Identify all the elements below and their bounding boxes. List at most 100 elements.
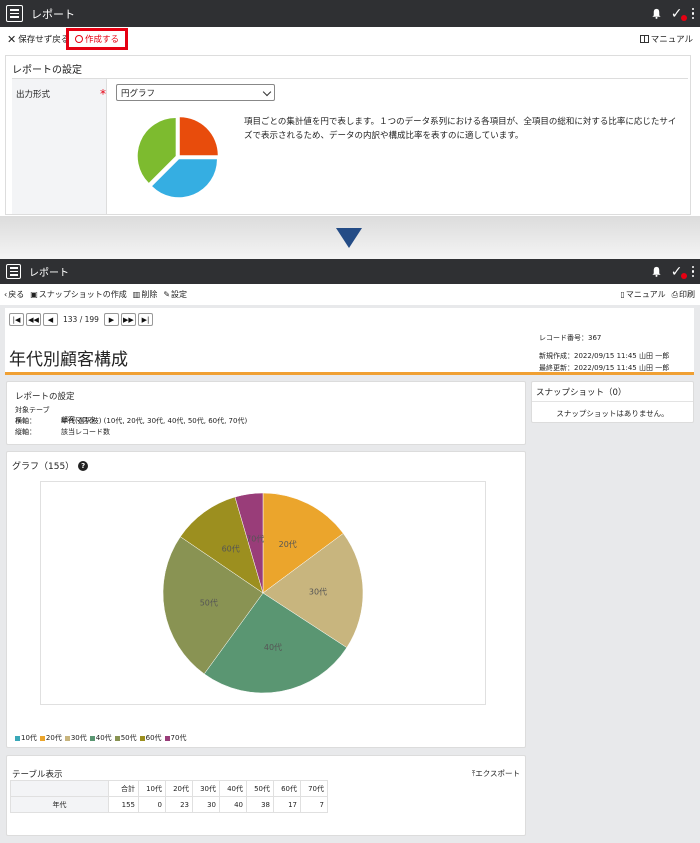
legend-swatch [89,735,95,741]
bell-icon[interactable] [651,8,662,19]
check-icon[interactable]: ✓ [671,264,687,280]
table-row: 年代 155 0 23 30 40 38 17 7 [10,796,328,813]
settings-row-x-axis: 横軸： 年代(選択肢) (10代, 20代, 30代, 40代, 50代, 60代… [15,417,248,425]
updated-info: 最終更新：2022/09/15 11:45 山田 一郎 [539,364,670,372]
legend-label: 60代 [145,734,162,742]
table-cell: 155 [108,796,139,813]
legend-item-20代[interactable]: 20代 [39,733,62,743]
settings-button[interactable]: ✎設定 [163,289,187,300]
close-icon: ✕ [7,32,17,46]
table-header-cell: 60代 [273,780,301,797]
manual-button[interactable]: マニュアル [639,33,693,45]
table-cell: 0 [138,796,166,813]
legend-item-70代[interactable]: 70代 [164,733,187,743]
top-app-bar: レポート ✓ [0,0,700,27]
pie-slice-label: 40代 [264,642,282,652]
output-format-row: 出力形式 * 円グラフ 項目ごとの集計値を円で表します。１つのデータ系列における… [12,78,688,214]
create-snapshot-button[interactable]: ▣スナップショットの作成 [30,289,127,300]
legend-item-60代[interactable]: 60代 [139,733,162,743]
legend-item-30代[interactable]: 30代 [64,733,87,743]
pie-slice-label: 70代 [246,534,264,544]
settings-row-y-axis: 縦軸： 該当レコード数 [15,428,110,436]
app-title: レポート [31,7,75,21]
table-header-row: 合計 10代 20代 30代 40代 50代 60代 70代 [10,780,328,797]
table-header-cell: 40代 [219,780,247,797]
graph-card: グラフ（155） ? 20代 30代 40代 50代 60代 70代 10代 20代 30代 4… [6,451,526,748]
delete-button[interactable]: ▥削除 [133,289,158,300]
next-record-icon[interactable]: ▶ [103,313,119,326]
legend-item-40代[interactable]: 40代 [89,733,112,743]
record-title: 年代別顧客構成 [9,350,128,370]
trash-icon: ▥ [132,290,141,299]
legend-label: 50代 [120,734,137,742]
cancel-button[interactable]: ✕ 保存せず戻る [0,32,69,46]
back-button[interactable]: ‹戻る [4,289,24,300]
menu-icon[interactable] [6,5,23,22]
legend-swatch [114,735,120,741]
more-icon[interactable] [691,7,694,20]
table-corner-cell [10,780,109,797]
table-cell: 30 [192,796,220,813]
circle-icon [74,35,83,43]
pie-slice-label: 30代 [309,586,327,596]
table-title: テーブル表示 [12,770,63,780]
section-title: レポートの設定 [12,65,82,76]
output-format-select[interactable]: 円グラフ [116,84,275,101]
prev-record-icon[interactable]: ◀ [43,313,58,326]
bell-icon[interactable] [651,266,662,277]
chart-description: 項目ごとの集計値を円で表します。１つのデータ系列における各項目が、全項目の総和に… [244,117,677,141]
plot-area: 20代 30代 40代 50代 60代 70代 [40,481,486,705]
legend-swatch [64,735,70,741]
report-settings-title: レポートの設定 [15,392,75,402]
camera-icon: ▣ [30,290,38,299]
table-card: テーブル表示 ⤒エクスポート 合計 10代 20代 30代 40代 50代 60代 70代 年代… [6,755,526,836]
table-header-cell: 50代 [246,780,274,797]
top-app-bar-result: レポート ✓ [0,259,700,284]
record-toolbar: ‹戻る ▣スナップショットの作成 ▥削除 ✎設定 ▯マニュアル ⎙印刷 [0,285,700,305]
first-record-icon[interactable]: |◀ [9,313,24,326]
table-cell: 23 [165,796,193,813]
transition-band [0,216,700,259]
printer-icon: ⎙ [671,290,678,299]
table-header-cell: 合計 [108,780,139,797]
report-settings-card: レポートの設定 対象テーブル： 顧客マスタ 横軸： 年代(選択肢) (10代, 20… [6,381,526,445]
next-ten-records-icon[interactable]: ▶▶ [120,313,136,326]
record-pager: |◀ ◀◀ ◀ 133 / 199 ▶ ▶▶ ▶| [9,313,153,326]
record-number: レコード番号：367 [539,334,602,342]
export-button[interactable]: ⤒エクスポート [472,768,520,779]
legend-label: 40代 [95,734,112,742]
record-meta: レコード番号：367 新規作成：2022/09/15 11:45 山田 一郎 最… [539,332,669,374]
legend-swatch [39,735,45,741]
chevron-down-icon [262,87,272,97]
legend-label: 20代 [45,734,62,742]
notification-dot [680,14,687,21]
book-icon [639,35,649,43]
pie-slice-label: 50代 [200,597,218,607]
print-button[interactable]: ⎙印刷 [672,289,695,300]
created-info: 新規作成：2022/09/15 11:45 山田 一郎 [539,352,670,360]
pager-position: 133 / 199 [63,315,99,324]
legend-swatch [15,735,20,741]
prev-ten-records-icon[interactable]: ◀◀ [26,313,41,326]
legend-item-10代[interactable]: 10代 [15,733,37,743]
legend-item-50代[interactable]: 50代 [114,733,137,743]
graph-title: グラフ（155） ? [12,459,89,472]
create-button[interactable]: 作成する [66,28,128,50]
report-settings-form: レポートの設定 出力形式 * 円グラフ 項目ごとの集計値を円で表します。１つのデ… [5,55,691,215]
menu-icon[interactable] [6,264,21,279]
legend-label: 70代 [170,734,187,742]
check-icon[interactable]: ✓ [671,6,687,22]
table-header-cell: 20代 [165,780,193,797]
last-record-icon[interactable]: ▶| [137,313,153,326]
data-table: 合計 10代 20代 30代 40代 50代 60代 70代 年代 155 0 23 30 40 38 17 7 [10,780,328,813]
snapshot-panel: スナップショット（0） スナップショットはありません。 [531,381,694,423]
pie-chart: 20代 30代 40代 50代 60代 70代 [162,492,364,694]
arrow-down-icon [336,228,362,248]
table-cell: 7 [300,796,328,813]
manual-button[interactable]: ▯マニュアル [620,289,665,300]
help-icon[interactable]: ? [78,460,89,471]
table-cell: 17 [273,796,301,813]
required-mark: * [100,87,106,101]
more-icon[interactable] [691,265,694,278]
sample-pie-slice [179,117,218,156]
